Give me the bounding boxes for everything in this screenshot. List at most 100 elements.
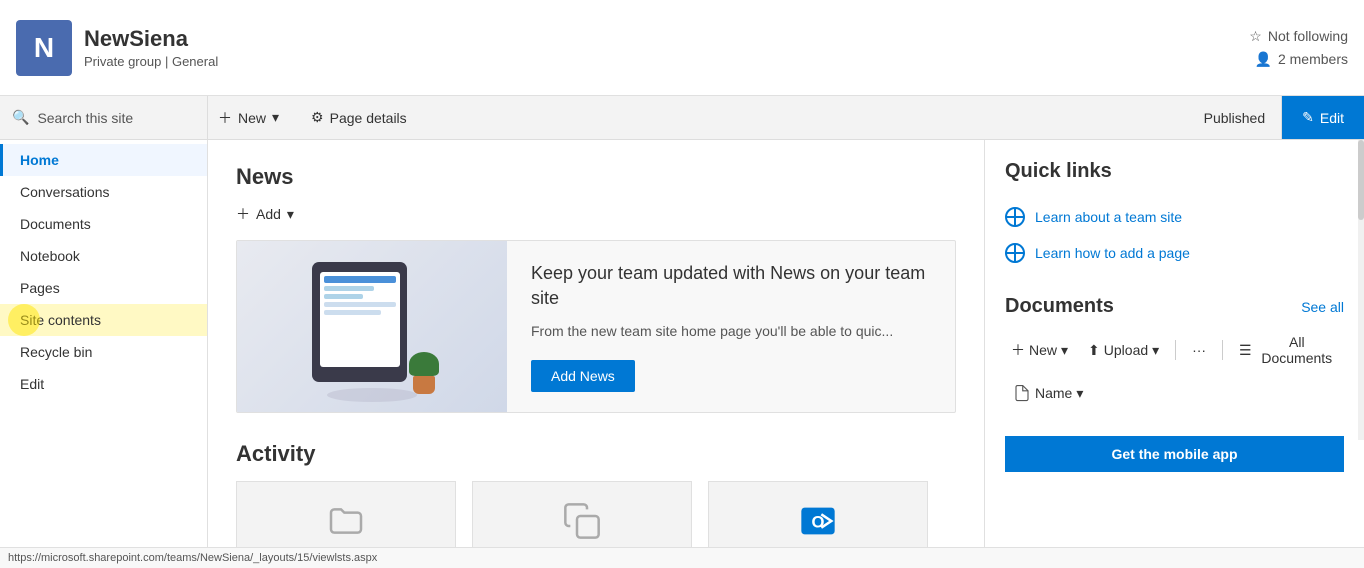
more-icon: ···	[1192, 342, 1206, 358]
tablet-body	[312, 262, 407, 382]
not-following-btn[interactable]: ☆ Not following	[1249, 28, 1348, 45]
outlook-icon: O	[798, 501, 838, 541]
sidebar-item-documents[interactable]: Documents	[0, 208, 207, 240]
published-button[interactable]: Published	[1188, 96, 1283, 139]
list-icon: ☰	[1239, 342, 1252, 359]
screen-bar-3	[324, 294, 364, 299]
sidebar-edit-label: Edit	[20, 376, 44, 392]
docs-upload-button[interactable]: ⬆ Upload ▾	[1082, 338, 1165, 363]
plus-icon-add: ＋	[236, 204, 250, 224]
not-following-label: Not following	[1268, 28, 1348, 44]
scrollbar-track[interactable]	[1358, 140, 1364, 440]
edit-label: Edit	[1320, 110, 1344, 126]
add-news-button[interactable]: Add News	[531, 360, 635, 392]
members-label: 2 members	[1278, 51, 1348, 67]
news-title: News	[236, 164, 956, 190]
name-column-header[interactable]: Name ▾	[1005, 380, 1344, 406]
news-headline: Keep your team updated with News on your…	[531, 261, 931, 311]
tablet-illustration	[297, 252, 447, 402]
main-content: News ＋ Add ▾	[208, 140, 984, 568]
folder-icon	[326, 501, 366, 541]
site-info: NewSiena Private group | General	[84, 26, 1249, 69]
docs-new-label: New	[1029, 342, 1057, 358]
news-description: From the new team site home page you'll …	[531, 321, 931, 342]
quick-link-1-label: Learn about a team site	[1035, 209, 1182, 225]
sidebar-notebook-label: Notebook	[20, 248, 80, 264]
name-header-label: Name	[1035, 385, 1072, 401]
globe-icon-1	[1005, 207, 1025, 227]
activity-title: Activity	[236, 441, 956, 467]
mobile-banner-container: Get the mobile app	[1005, 436, 1344, 472]
chevron-upload: ▾	[1152, 342, 1159, 359]
top-bar: N NewSiena Private group | General ☆ Not…	[0, 0, 1364, 96]
news-text: Keep your team updated with News on your…	[507, 241, 955, 412]
news-section: News ＋ Add ▾	[236, 164, 956, 413]
scrollbar-thumb[interactable]	[1358, 140, 1364, 220]
pencil-icon: ✎	[1302, 109, 1314, 126]
person-icon: 👤	[1255, 51, 1272, 68]
sidebar-item-pages[interactable]: Pages	[0, 272, 207, 304]
globe-icon-2	[1005, 243, 1025, 263]
screen-bar-1	[324, 276, 396, 283]
edit-button[interactable]: ✎ Edit	[1282, 96, 1364, 139]
screen-bar-5	[324, 310, 382, 315]
docs-new-button[interactable]: ＋ New ▾	[1005, 336, 1074, 364]
activity-section: Activity	[236, 441, 956, 561]
chevron-down-add: ▾	[287, 206, 294, 223]
right-panel: Quick links Learn about a team site Lear…	[984, 140, 1364, 568]
sidebar-item-site-contents[interactable]: Site contents	[0, 304, 207, 336]
new-label: New	[238, 110, 266, 126]
upload-icon: ⬆	[1088, 342, 1100, 359]
site-subtitle: Private group | General	[84, 54, 1249, 69]
status-url: https://microsoft.sharepoint.com/teams/N…	[8, 552, 377, 564]
mobile-app-button[interactable]: Get the mobile app	[1005, 436, 1344, 472]
news-card: Keep your team updated with News on your…	[236, 240, 956, 413]
toolbar-separator-2	[1222, 340, 1223, 360]
separator: |	[165, 54, 172, 69]
general-label: General	[172, 54, 218, 69]
sidebar-item-conversations[interactable]: Conversations	[0, 176, 207, 208]
page-details-label: Page details	[330, 110, 407, 126]
plus-icon-docs: ＋	[1011, 340, 1025, 360]
search-label: Search this site	[37, 110, 133, 126]
tablet-screen	[320, 272, 400, 367]
sidebar-item-edit[interactable]: Edit	[0, 368, 207, 400]
site-logo: N	[16, 20, 72, 76]
plant	[409, 352, 439, 394]
add-button[interactable]: ＋ Add ▾	[236, 204, 294, 224]
search-bar[interactable]: 🔍 Search this site	[0, 96, 208, 140]
all-docs-label: All Documents	[1256, 334, 1338, 366]
sidebar-item-recycle-bin[interactable]: Recycle bin	[0, 336, 207, 368]
top-right-actions: ☆ Not following 👤 2 members	[1249, 28, 1348, 68]
quick-link-2[interactable]: Learn how to add a page	[1005, 235, 1344, 271]
private-label: Private group	[84, 54, 161, 69]
shadow	[327, 388, 417, 402]
star-icon: ☆	[1249, 28, 1262, 45]
see-all-btn[interactable]: See all	[1301, 299, 1344, 315]
status-bar: https://microsoft.sharepoint.com/teams/N…	[0, 547, 1364, 568]
file-icon	[1013, 384, 1031, 402]
sidebar-item-home[interactable]: Home	[0, 144, 207, 176]
sidebar-documents-label: Documents	[20, 216, 91, 232]
chevron-down-icon: ▾	[272, 109, 279, 126]
sidebar: Home Conversations Documents Notebook Pa…	[0, 140, 208, 568]
main-layout: Home Conversations Documents Notebook Pa…	[0, 140, 1364, 568]
documents-toolbar: ＋ New ▾ ⬆ Upload ▾ ··· ☰ All Documents	[1005, 330, 1344, 370]
new-button[interactable]: ＋ New ▾	[210, 104, 287, 132]
quick-link-1[interactable]: Learn about a team site	[1005, 199, 1344, 235]
chevron-docs: ▾	[1061, 342, 1068, 359]
documents-title: Documents	[1005, 295, 1114, 318]
documents-section: Documents See all ＋ New ▾ ⬆ Upload ▾ ···	[1005, 295, 1344, 406]
docs-view-button[interactable]: ☰ All Documents	[1233, 330, 1344, 370]
sidebar-site-contents-label: Site contents	[20, 312, 101, 328]
sidebar-item-notebook[interactable]: Notebook	[0, 240, 207, 272]
members-btn[interactable]: 👤 2 members	[1255, 51, 1348, 68]
news-image	[237, 241, 507, 412]
sidebar-recycle-bin-label: Recycle bin	[20, 344, 92, 360]
quick-link-2-label: Learn how to add a page	[1035, 245, 1190, 261]
page-details-button[interactable]: ⚙ Page details	[303, 105, 415, 130]
toolbar: 🔍 Search this site ＋ New ▾ ⚙ Page detail…	[0, 96, 1364, 140]
screen-bar-2	[324, 286, 374, 291]
docs-more-button[interactable]: ···	[1186, 338, 1212, 362]
screen-bar-4	[324, 302, 396, 307]
